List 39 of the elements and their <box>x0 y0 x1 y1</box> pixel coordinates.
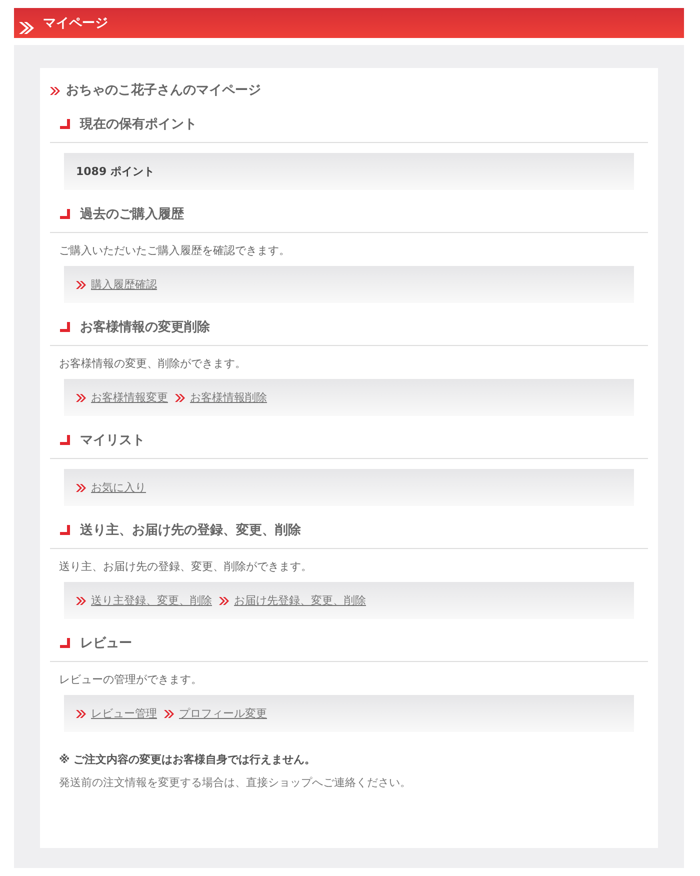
section-link[interactable]: お客様情報削除 <box>190 390 267 405</box>
section-heading: お客様情報の変更削除 <box>80 319 210 337</box>
section-heading: マイリスト <box>80 432 145 450</box>
section-link[interactable]: お客様情報変更 <box>91 390 168 405</box>
section-link[interactable]: 購入履歴確認 <box>91 277 157 292</box>
note-text: 発送前の注文情報を変更する場合は、直接ショップへご連絡ください。 <box>59 775 412 791</box>
double-chevron-icon <box>164 710 174 718</box>
double-chevron-icon <box>219 596 229 604</box>
corner-icon <box>60 435 70 445</box>
double-chevron-icon <box>76 280 86 288</box>
corner-icon <box>60 119 70 129</box>
section-link[interactable]: レビュー管理 <box>91 706 157 721</box>
section-heading: レビュー <box>80 635 132 653</box>
corner-icon <box>60 525 70 535</box>
section-description: ご購入いただいたご購入履歴を確認できます。 <box>59 243 291 259</box>
section-description: 送り主、お届け先の登録、変更、削除ができます。 <box>59 559 313 575</box>
section-heading: 送り主、お届け先の登録、変更、削除 <box>80 522 301 540</box>
section-link[interactable]: お届け先登録、変更、削除 <box>234 593 366 608</box>
double-chevron-icon <box>175 394 185 402</box>
double-chevron-icon <box>50 87 60 95</box>
section-description: お客様情報の変更、削除ができます。 <box>59 356 247 372</box>
double-chevron-icon <box>76 710 86 718</box>
double-chevron-icon <box>76 394 86 402</box>
header-title: マイページ <box>43 15 108 32</box>
double-chevron-icon <box>76 596 86 604</box>
chevron-icon <box>18 21 34 35</box>
section-description: レビューの管理ができます。 <box>59 672 203 688</box>
double-chevron-icon <box>76 484 86 492</box>
note-title: ※ ご注文内容の変更はお客様自身では行えません。 <box>59 752 317 768</box>
section-heading: 現在の保有ポイント <box>80 116 197 134</box>
corner-icon <box>60 209 70 219</box>
points-value: 1089 ポイント <box>76 164 154 179</box>
section-heading: 過去のご購入履歴 <box>80 206 184 224</box>
corner-icon <box>60 638 70 648</box>
page-title: おちゃのこ花子さんのマイページ <box>66 82 261 100</box>
section-link[interactable]: プロフィール変更 <box>179 706 267 721</box>
corner-icon <box>60 322 70 332</box>
section-link[interactable]: お気に入り <box>91 480 146 495</box>
section-link[interactable]: 送り主登録、変更、削除 <box>91 593 212 608</box>
